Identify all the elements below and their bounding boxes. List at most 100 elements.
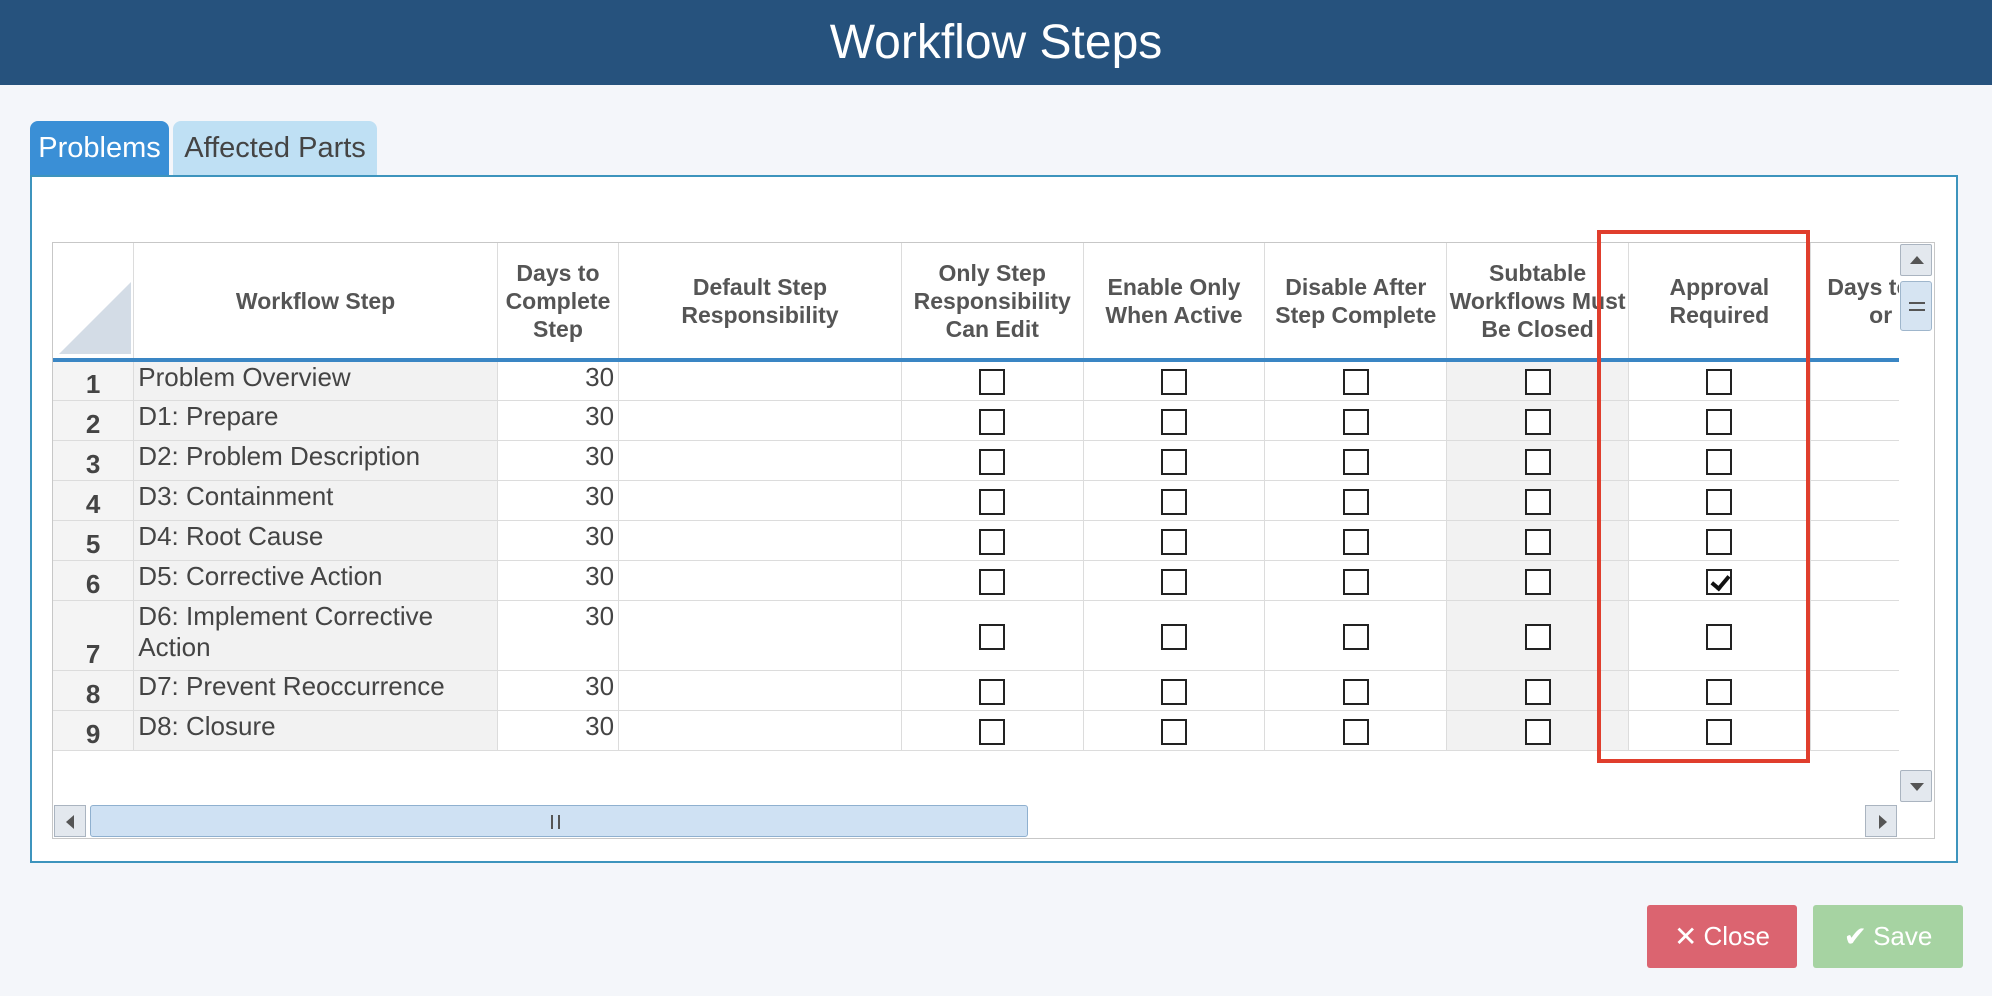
disable-after-complete-checkbox[interactable] (1342, 369, 1369, 396)
scroll-up-button[interactable] (1900, 244, 1932, 276)
approval-required-checkbox[interactable] (1706, 408, 1733, 435)
enable-only-active-checkbox[interactable] (1161, 448, 1188, 475)
enable-only-active-checkbox[interactable] (1161, 623, 1188, 650)
scroll-left-button[interactable] (54, 805, 86, 837)
workflow-step-cell[interactable]: D2: Problem Description (133, 440, 498, 481)
days-to-approve-cell[interactable] (1810, 560, 1899, 601)
days-to-approve-cell[interactable] (1810, 520, 1899, 561)
approval-required-checkbox[interactable] (1706, 623, 1733, 650)
only-responsibility-edit-checkbox[interactable] (979, 718, 1006, 745)
days-to-complete-cell[interactable]: 30 (497, 560, 620, 601)
days-to-complete-cell[interactable]: 30 (497, 440, 620, 481)
subtable-workflows-closed-checkbox[interactable] (1524, 528, 1551, 555)
enable-only-active-checkbox[interactable] (1161, 528, 1188, 555)
column-header-days-to-approve[interactable]: Days to Approve or Reject (1810, 243, 1899, 362)
default-responsibility-cell[interactable] (618, 400, 902, 441)
default-responsibility-cell[interactable] (618, 670, 902, 711)
workflow-step-cell[interactable]: D1: Prepare (133, 400, 498, 441)
default-responsibility-cell[interactable] (618, 710, 902, 751)
approval-required-checkbox[interactable] (1706, 528, 1733, 555)
days-to-complete-cell[interactable]: 30 (497, 600, 620, 671)
approval-required-checkbox[interactable] (1706, 448, 1733, 475)
disable-after-complete-checkbox[interactable] (1342, 718, 1369, 745)
enable-only-active-checkbox[interactable] (1161, 488, 1188, 515)
approval-required-checkbox[interactable] (1706, 718, 1733, 745)
only-responsibility-edit-checkbox[interactable] (979, 488, 1006, 515)
default-responsibility-cell[interactable] (618, 560, 902, 601)
subtable-workflows-closed-checkbox[interactable] (1524, 448, 1551, 475)
disable-after-complete-checkbox[interactable] (1342, 408, 1369, 435)
default-responsibility-cell[interactable] (618, 360, 902, 401)
workflow-step-cell[interactable]: D3: Containment (133, 480, 498, 521)
default-responsibility-cell[interactable] (618, 520, 902, 561)
only-responsibility-edit-checkbox[interactable] (979, 623, 1006, 650)
column-header-default-responsibility[interactable]: Default Step Responsibility (618, 243, 902, 362)
enable-only-active-checkbox[interactable] (1161, 718, 1188, 745)
only-responsibility-edit-checkbox[interactable] (979, 568, 1006, 595)
vertical-scrollbar[interactable] (1899, 243, 1934, 803)
disable-after-complete-checkbox[interactable] (1342, 678, 1369, 705)
only-responsibility-edit-checkbox[interactable] (979, 369, 1006, 396)
column-header-subtable-workflows-closed[interactable]: Subtable Workflows Must Be Closed (1446, 243, 1629, 362)
disable-after-complete-checkbox[interactable] (1342, 528, 1369, 555)
days-to-complete-cell[interactable]: 30 (497, 670, 620, 711)
only-responsibility-edit-checkbox[interactable] (979, 678, 1006, 705)
enable-only-active-checkbox[interactable] (1161, 369, 1188, 396)
enable-only-active-checkbox[interactable] (1161, 408, 1188, 435)
days-to-approve-cell[interactable] (1810, 670, 1899, 711)
default-responsibility-cell[interactable] (618, 480, 902, 521)
scroll-down-button[interactable] (1900, 770, 1932, 802)
approval-required-checkbox[interactable] (1706, 568, 1733, 595)
approval-required-checkbox[interactable] (1706, 488, 1733, 515)
subtable-workflows-closed-checkbox[interactable] (1524, 678, 1551, 705)
days-to-approve-cell[interactable] (1810, 600, 1899, 671)
days-to-complete-cell[interactable]: 30 (497, 480, 620, 521)
select-all-corner[interactable] (53, 243, 135, 362)
disable-after-complete-checkbox[interactable] (1342, 448, 1369, 475)
days-to-complete-cell[interactable]: 30 (497, 400, 620, 441)
workflow-step-cell[interactable]: D8: Closure (133, 710, 498, 751)
scroll-right-button[interactable] (1865, 805, 1897, 837)
approval-required-checkbox[interactable] (1706, 678, 1733, 705)
days-to-approve-cell[interactable] (1810, 710, 1899, 751)
column-header-approval-required[interactable]: Approval Required (1628, 243, 1811, 362)
workflow-step-cell[interactable]: D4: Root Cause (133, 520, 498, 561)
workflow-step-cell[interactable]: Problem Overview (133, 360, 498, 401)
tab-problems[interactable]: Problems (30, 121, 169, 175)
days-to-approve-cell[interactable] (1810, 480, 1899, 521)
days-to-approve-cell[interactable] (1810, 440, 1899, 481)
days-to-complete-cell[interactable]: 30 (497, 360, 620, 401)
column-header-workflow-step[interactable]: Workflow Step (133, 243, 498, 362)
disable-after-complete-checkbox[interactable] (1342, 488, 1369, 515)
subtable-workflows-closed-checkbox[interactable] (1524, 718, 1551, 745)
column-header-enable-only-active[interactable]: Enable Only When Active (1083, 243, 1266, 362)
days-to-complete-cell[interactable]: 30 (497, 520, 620, 561)
tab-affected-parts[interactable]: Affected Parts (173, 121, 377, 175)
default-responsibility-cell[interactable] (618, 440, 902, 481)
subtable-workflows-closed-checkbox[interactable] (1524, 568, 1551, 595)
workflow-step-cell[interactable]: D5: Corrective Action (133, 560, 498, 601)
disable-after-complete-checkbox[interactable] (1342, 568, 1369, 595)
column-header-days-to-complete[interactable]: Days to Complete Step (497, 243, 620, 362)
days-to-approve-cell[interactable] (1810, 360, 1899, 401)
vertical-scroll-thumb[interactable] (1900, 281, 1932, 331)
subtable-workflows-closed-checkbox[interactable] (1524, 623, 1551, 650)
default-responsibility-cell[interactable] (618, 600, 902, 671)
only-responsibility-edit-checkbox[interactable] (979, 408, 1006, 435)
subtable-workflows-closed-checkbox[interactable] (1524, 408, 1551, 435)
horizontal-scrollbar[interactable] (53, 803, 1899, 838)
subtable-workflows-closed-checkbox[interactable] (1524, 369, 1551, 396)
approval-required-checkbox[interactable] (1706, 369, 1733, 396)
enable-only-active-checkbox[interactable] (1161, 678, 1188, 705)
days-to-complete-cell[interactable]: 30 (497, 710, 620, 751)
horizontal-scroll-thumb[interactable] (90, 805, 1028, 837)
column-header-only-responsibility-edit[interactable]: Only Step Responsibility Can Edit (901, 243, 1084, 362)
only-responsibility-edit-checkbox[interactable] (979, 448, 1006, 475)
only-responsibility-edit-checkbox[interactable] (979, 528, 1006, 555)
column-header-disable-after-complete[interactable]: Disable After Step Complete (1264, 243, 1448, 362)
days-to-approve-cell[interactable] (1810, 400, 1899, 441)
subtable-workflows-closed-checkbox[interactable] (1524, 488, 1551, 515)
workflow-step-cell[interactable]: D7: Prevent Reoccurrence (133, 670, 498, 711)
enable-only-active-checkbox[interactable] (1161, 568, 1188, 595)
workflow-step-cell[interactable]: D6: Implement Corrective Action (133, 600, 498, 671)
